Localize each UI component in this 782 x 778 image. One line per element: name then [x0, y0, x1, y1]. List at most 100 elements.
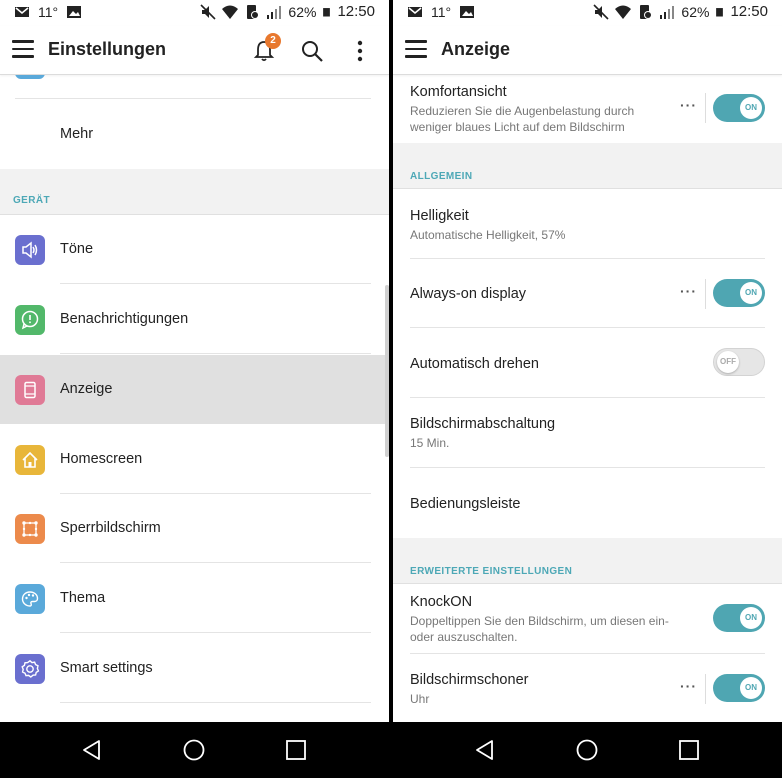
list-item-mehr[interactable]: Mehr	[0, 99, 389, 169]
battery-icon	[323, 8, 331, 17]
chat-alert-icon	[15, 305, 45, 335]
temperature: 11°	[431, 4, 452, 20]
search-icon	[302, 41, 323, 62]
setting-title: KnockON	[410, 594, 473, 610]
section-header-label: ALLGEMEIN	[410, 171, 473, 182]
home-icon	[15, 445, 45, 475]
bildschirmschoner-toggle[interactable]: ON	[713, 674, 765, 702]
menu-icon[interactable]	[12, 40, 34, 60]
data-saver-icon	[247, 5, 260, 19]
setting-title: Komfortansicht	[410, 84, 507, 100]
setting-subtitle: Automatische Helligkeit, 57%	[410, 228, 566, 242]
settings-list[interactable]: Mehr GERÄT Töne Benachrichtigungen Anzei…	[0, 75, 389, 721]
page-title: Einstellungen	[48, 39, 167, 59]
notifications-button[interactable]: 2	[249, 33, 281, 66]
more-vert-icon	[357, 40, 363, 62]
setting-title: Helligkeit	[410, 208, 469, 224]
scrollbar[interactable]	[385, 285, 389, 457]
setting-subtitle: Reduzieren Sie die Augenbelastung durch …	[410, 104, 635, 134]
setting-title: Always-on display	[410, 286, 527, 302]
setting-title: Bedienungsleiste	[410, 496, 521, 512]
list-item-sperrbildschirm[interactable]: Sperrbildschirm	[0, 494, 389, 563]
setting-bildschirmabschaltung[interactable]: Bildschirmabschaltung 15 Min.	[393, 398, 782, 468]
battery-icon	[716, 8, 724, 17]
list-item-label: Thema	[60, 590, 106, 606]
list-item-label: Anzeige	[60, 381, 113, 397]
mute-icon	[200, 4, 216, 20]
page-title: Anzeige	[441, 39, 511, 59]
setting-always-on-display[interactable]: Always-on display ··· ON	[393, 259, 782, 328]
automatisch-drehen-toggle[interactable]: OFF	[713, 348, 765, 376]
overflow-menu-button[interactable]	[345, 36, 375, 66]
navigation-bar	[0, 722, 389, 778]
section-header-label: ERWEITERTE EINSTELLUNGEN	[410, 566, 573, 577]
temperature: 11°	[38, 4, 59, 20]
setting-title: Bildschirmschoner	[410, 672, 529, 688]
toggle-state: ON	[740, 607, 762, 629]
setting-title: Bildschirmabschaltung	[410, 416, 556, 432]
recents-icon[interactable]	[284, 738, 308, 762]
setting-bildschirmschoner[interactable]: Bildschirmschoner Uhr ··· ON	[393, 654, 782, 721]
signal-icon	[660, 6, 675, 19]
setting-title: Automatisch drehen	[410, 356, 539, 372]
search-button[interactable]	[297, 36, 327, 66]
toggle-state: ON	[740, 677, 762, 699]
partial-item-icon	[15, 75, 45, 79]
komfortansicht-toggle[interactable]: ON	[713, 94, 765, 122]
list-item-homescreen[interactable]: Homescreen	[0, 425, 389, 494]
image-icon	[460, 6, 475, 18]
list-item-smart-settings[interactable]: Smart settings	[0, 634, 389, 703]
setting-helligkeit[interactable]: Helligkeit Automatische Helligkeit, 57%	[393, 189, 782, 259]
list-item-label: Homescreen	[60, 451, 143, 467]
list-item-label: Mehr	[60, 126, 94, 142]
palette-icon	[15, 584, 45, 614]
app-bar: Anzeige	[393, 26, 782, 75]
list-item-toene[interactable]: Töne	[0, 215, 389, 284]
section-header-label: GERÄT	[13, 195, 50, 206]
smart-gear-icon	[15, 654, 45, 684]
section-header-device: GERÄT	[0, 169, 389, 215]
image-icon	[67, 6, 82, 18]
back-icon[interactable]	[80, 738, 104, 762]
settings-screen: 11° 62% 12:50 Einstellungen 2 Mehr GERÄT…	[0, 0, 389, 778]
section-header-general: ALLGEMEIN	[393, 143, 782, 189]
display-settings-list[interactable]: Komfortansicht Reduzieren Sie die Augenb…	[393, 75, 782, 721]
signal-icon	[267, 6, 282, 19]
setting-automatisch-drehen[interactable]: Automatisch drehen OFF	[393, 328, 782, 398]
recents-icon[interactable]	[677, 738, 701, 762]
data-saver-icon	[640, 5, 653, 19]
list-item-label: Smart settings	[60, 660, 153, 676]
wifi-icon	[222, 5, 239, 19]
more-options-icon[interactable]: ···	[680, 97, 696, 113]
more-options-icon[interactable]: ···	[680, 283, 696, 299]
display-settings-screen: 11° 62% 12:50 Anzeige Komfortansicht Red…	[393, 0, 782, 778]
mute-icon	[593, 4, 609, 20]
battery-percent: 62%	[681, 4, 710, 20]
list-item-benachrichtigungen[interactable]: Benachrichtigungen	[0, 285, 389, 354]
speaker-icon	[15, 235, 45, 265]
app-bar: Einstellungen 2	[0, 26, 389, 75]
list-item-label: Benachrichtigungen	[60, 311, 189, 327]
list-item-label: Sperrbildschirm	[60, 520, 161, 536]
back-icon[interactable]	[473, 738, 497, 762]
clock: 12:50	[730, 3, 768, 20]
notification-badge: 2	[265, 33, 281, 49]
home-button-icon[interactable]	[182, 738, 206, 762]
setting-komfortansicht[interactable]: Komfortansicht Reduzieren Sie die Augenb…	[393, 75, 782, 143]
list-item-thema[interactable]: Thema	[0, 564, 389, 633]
setting-knockon[interactable]: KnockON Doppeltippen Sie den Bildschirm,…	[393, 584, 782, 654]
menu-icon[interactable]	[405, 40, 427, 60]
always-on-display-toggle[interactable]: ON	[713, 279, 765, 307]
home-button-icon[interactable]	[575, 738, 599, 762]
knockon-toggle[interactable]: ON	[713, 604, 765, 632]
status-bar: 11° 62% 12:50	[0, 0, 389, 26]
gmail-icon	[15, 7, 29, 17]
setting-bedienungsleiste[interactable]: Bedienungsleiste	[393, 468, 782, 538]
list-item-anzeige[interactable]: Anzeige	[0, 355, 389, 424]
setting-subtitle: Uhr	[410, 692, 430, 706]
toggle-state: ON	[740, 282, 762, 304]
toggle-state: OFF	[717, 351, 739, 373]
setting-subtitle: 15 Min.	[410, 436, 450, 450]
gmail-icon	[408, 7, 422, 17]
more-options-icon[interactable]: ···	[680, 678, 696, 694]
